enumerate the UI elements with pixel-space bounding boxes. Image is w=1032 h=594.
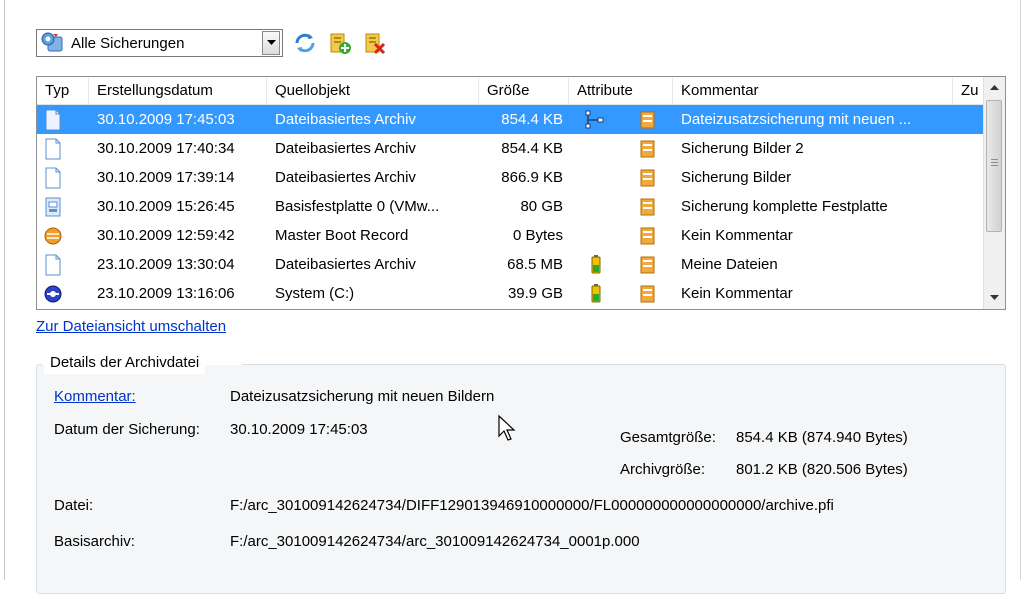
cell-date: 30.10.2009 17:45:03 bbox=[97, 111, 235, 128]
cell-source: Dateibasiertes Archiv bbox=[275, 111, 416, 128]
table-row[interactable]: 30.10.2009 17:40:34 Dateibasiertes Archi… bbox=[37, 134, 985, 163]
toolbar: Alle Sicherungen bbox=[36, 26, 388, 60]
archive-icon bbox=[640, 111, 655, 129]
table-row[interactable]: 23.10.2009 13:30:04 Dateibasiertes Archi… bbox=[37, 250, 985, 279]
file-backup-icon bbox=[45, 167, 61, 189]
table-row[interactable]: 30.10.2009 17:39:14 Dateibasiertes Archi… bbox=[37, 163, 985, 192]
column-header-comment[interactable]: Kommentar bbox=[673, 77, 953, 104]
battery-icon bbox=[591, 284, 601, 303]
list-header: Typ Erstellungsdatum Quellobjekt Größe A… bbox=[37, 77, 985, 105]
cell-comment: Sicherung komplette Festplatte bbox=[681, 198, 888, 215]
refresh-button[interactable] bbox=[292, 30, 318, 56]
chevron-down-icon bbox=[989, 295, 999, 300]
cell-comment: Dateizusatzsicherung mit neuen ... bbox=[681, 111, 912, 128]
base-archive-value: F:/arc_301009142624734/arc_3010091426247… bbox=[230, 533, 640, 550]
backup-filter-dropdown[interactable]: Alle Sicherungen bbox=[36, 29, 283, 57]
window-frame-right bbox=[1020, 0, 1021, 580]
archive-icon bbox=[640, 140, 655, 158]
cell-date: 23.10.2009 13:30:04 bbox=[97, 256, 235, 273]
backups-filter-icon bbox=[41, 32, 63, 52]
total-size-label: Gesamtgröße: bbox=[620, 429, 716, 446]
column-header-date[interactable]: Erstellungsdatum bbox=[89, 77, 267, 104]
cell-source: Dateibasiertes Archiv bbox=[275, 169, 416, 186]
cell-comment: Sicherung Bilder 2 bbox=[681, 140, 804, 157]
cell-source: System (C:) bbox=[275, 285, 355, 302]
cell-date: 30.10.2009 17:39:14 bbox=[97, 169, 235, 186]
cell-size: 80 GB bbox=[520, 198, 563, 215]
cell-date: 30.10.2009 15:26:45 bbox=[97, 198, 235, 215]
table-row[interactable]: 23.10.2009 13:16:06 System (C:) 39.9 GB … bbox=[37, 279, 985, 308]
chevron-up-icon bbox=[989, 85, 999, 90]
column-header-zu[interactable]: Zu bbox=[953, 77, 985, 104]
total-size-value: 854.4 KB (874.940 Bytes) bbox=[736, 429, 908, 446]
archive-icon bbox=[640, 285, 655, 303]
table-row[interactable]: 30.10.2009 17:45:03 Dateibasiertes Archi… bbox=[37, 105, 985, 134]
refresh-icon bbox=[295, 33, 315, 53]
scrollbar-thumb[interactable] bbox=[986, 100, 1002, 232]
table-row[interactable]: 30.10.2009 12:59:42 Master Boot Record 0… bbox=[37, 221, 985, 250]
file-backup-icon bbox=[45, 254, 61, 276]
comment-link[interactable]: Kommentar: bbox=[54, 388, 136, 405]
cell-date: 30.10.2009 12:59:42 bbox=[97, 227, 235, 244]
cell-source: Master Boot Record bbox=[275, 227, 409, 244]
archive-icon bbox=[640, 169, 655, 187]
archive-size-value: 801.2 KB (820.506 Bytes) bbox=[736, 461, 908, 478]
backup-date-label: Datum der Sicherung: bbox=[54, 421, 200, 438]
add-archive-icon bbox=[330, 33, 351, 54]
backup-list[interactable]: Typ Erstellungsdatum Quellobjekt Größe A… bbox=[36, 76, 1006, 310]
table-row[interactable]: 30.10.2009 15:26:45 Basisfestplatte 0 (V… bbox=[37, 192, 985, 221]
dropdown-arrow-button[interactable] bbox=[262, 31, 280, 55]
file-backup-icon bbox=[45, 109, 61, 131]
switch-to-file-view-link[interactable]: Zur Dateiansicht umschalten bbox=[36, 318, 226, 335]
archive-details-title: Details der Archivdatei bbox=[44, 352, 206, 374]
partition-icon bbox=[44, 285, 62, 303]
column-header-attributes[interactable]: Attribute bbox=[569, 77, 673, 104]
cell-date: 23.10.2009 13:16:06 bbox=[97, 285, 235, 302]
mbr-icon bbox=[44, 227, 62, 245]
column-header-source[interactable]: Quellobjekt bbox=[267, 77, 479, 104]
cell-size: 854.4 KB bbox=[501, 140, 563, 157]
cell-source: Basisfestplatte 0 (VMw... bbox=[275, 198, 440, 215]
mouse-pointer-icon bbox=[498, 414, 516, 441]
cell-date: 30.10.2009 17:40:34 bbox=[97, 140, 235, 157]
add-archive-button[interactable] bbox=[327, 30, 353, 56]
file-backup-icon bbox=[45, 138, 61, 160]
cell-comment: Meine Dateien bbox=[681, 256, 778, 273]
archive-details-group bbox=[36, 364, 1006, 594]
backup-date-value: 30.10.2009 17:45:03 bbox=[230, 421, 368, 438]
cell-source: Dateibasiertes Archiv bbox=[275, 256, 416, 273]
file-label: Datei: bbox=[54, 497, 94, 514]
cell-size: 866.9 KB bbox=[501, 169, 563, 186]
cell-comment: Sicherung Bilder bbox=[681, 169, 792, 186]
column-header-size[interactable]: Größe bbox=[479, 77, 569, 104]
archive-icon bbox=[640, 227, 655, 245]
disk-image-icon bbox=[45, 197, 61, 217]
cell-source: Dateibasiertes Archiv bbox=[275, 140, 416, 157]
backup-filter-value: Alle Sicherungen bbox=[71, 34, 185, 52]
delete-archive-button[interactable] bbox=[362, 30, 388, 56]
base-archive-label: Basisarchiv: bbox=[54, 533, 135, 550]
lineage-icon bbox=[585, 110, 604, 129]
archive-size-label: Archivgröße: bbox=[620, 461, 706, 478]
vertical-scrollbar[interactable] bbox=[983, 77, 1005, 309]
scroll-down-button[interactable] bbox=[984, 287, 1004, 309]
list-body: 30.10.2009 17:45:03 Dateibasiertes Archi… bbox=[37, 105, 985, 308]
chevron-down-icon bbox=[266, 40, 276, 45]
cell-size: 854.4 KB bbox=[501, 111, 563, 128]
delete-archive-icon bbox=[365, 33, 386, 55]
archive-icon bbox=[640, 198, 655, 216]
cell-size: 68.5 MB bbox=[507, 256, 563, 273]
comment-value: Dateizusatzsicherung mit neuen Bildern bbox=[230, 388, 495, 405]
archive-icon bbox=[640, 256, 655, 274]
cell-comment: Kein Kommentar bbox=[681, 285, 793, 302]
column-header-typ[interactable]: Typ bbox=[37, 77, 89, 104]
file-path-value: F:/arc_301009142624734/DIFF1290139469100… bbox=[230, 497, 834, 514]
window-frame-left bbox=[4, 0, 5, 580]
cell-comment: Kein Kommentar bbox=[681, 227, 793, 244]
cell-size: 39.9 GB bbox=[507, 285, 563, 302]
battery-icon bbox=[591, 255, 601, 274]
cell-size: 0 Bytes bbox=[512, 227, 563, 244]
scroll-up-button[interactable] bbox=[984, 77, 1004, 99]
